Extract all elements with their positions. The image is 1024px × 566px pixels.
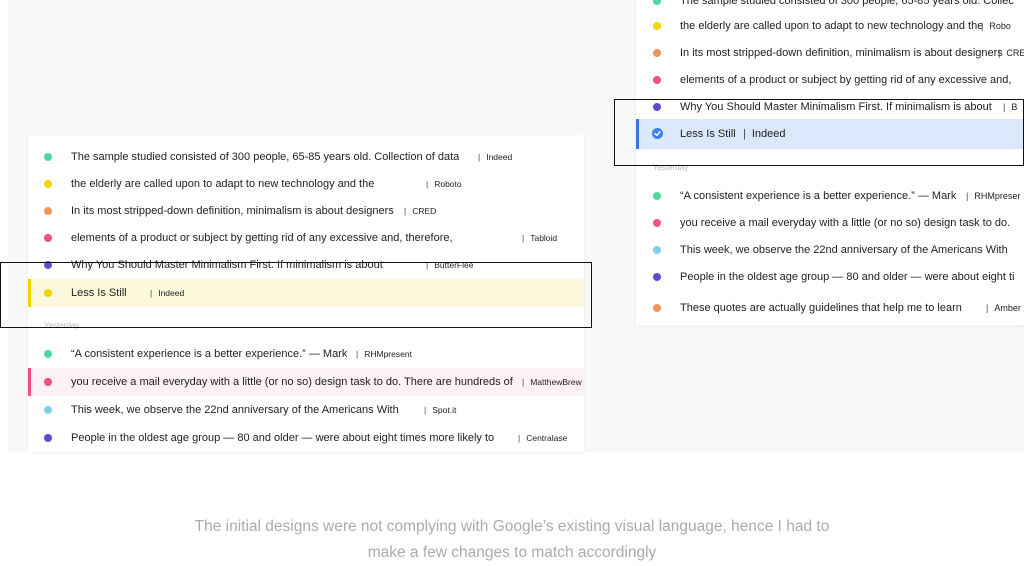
item-title: The sample studied consisted of 300 peop…	[71, 151, 460, 163]
list-item[interactable]: People in the oldest age group — 80 and …	[28, 425, 584, 451]
green-dot-icon	[653, 192, 661, 200]
orange-dot-icon	[653, 304, 661, 312]
item-title: elements of a product or subject by gett…	[680, 74, 1012, 86]
list-item[interactable]: The sample studied consisted of 300 peop…	[28, 144, 584, 170]
item-title: The sample studied consisted of 300 peop…	[680, 0, 1014, 7]
caption-line-2: make a few changes to match accordingly	[367, 544, 657, 561]
list-item[interactable]: elements of a product or subject by gett…	[636, 67, 1024, 93]
green-dot-icon	[44, 350, 52, 358]
item-title: In its most stripped-down definition, mi…	[71, 205, 394, 217]
list-item[interactable]: “A consistent experience is a better exp…	[636, 183, 1024, 209]
list-item[interactable]: you receive a mail everyday with a littl…	[636, 210, 1024, 236]
list-item[interactable]: People in the oldest age group — 80 and …	[636, 264, 1024, 290]
item-source: CRED	[404, 204, 436, 218]
item-source: RHMpresent	[356, 347, 412, 361]
purple-dot-icon	[44, 434, 52, 442]
list-item[interactable]: you receive a mail everyday with a littl…	[28, 368, 584, 396]
hover-indicator	[28, 368, 31, 396]
blue-dot-icon	[44, 406, 52, 414]
item-title: elements of a product or subject by gett…	[71, 232, 453, 244]
list-item[interactable]: This week, we observe the 22nd anniversa…	[636, 237, 1024, 263]
list-item[interactable]: These quotes are actually guidelines tha…	[636, 295, 1024, 321]
item-source: Robo	[981, 19, 1011, 33]
item-source: RHMpreser	[966, 189, 1020, 203]
pink-dot-icon	[44, 378, 52, 386]
purple-dot-icon	[653, 273, 661, 281]
item-title: People in the oldest age group — 80 and …	[71, 432, 495, 444]
item-source: Roboto	[426, 177, 461, 191]
item-source: Amber	[986, 301, 1021, 315]
list-item[interactable]: the elderly are called upon to adapt to …	[636, 13, 1024, 39]
item-source: Centralase	[518, 431, 567, 445]
item-source: CRE	[998, 46, 1024, 60]
yellow-dot-icon	[653, 22, 661, 30]
item-source: Indeed	[478, 150, 512, 164]
yellow-dot-icon	[44, 180, 52, 188]
item-title: you receive a mail everyday with a littl…	[71, 376, 513, 388]
caption: The initial designs were not complying w…	[0, 514, 1024, 566]
item-title: the elderly are called upon to adapt to …	[680, 20, 984, 32]
item-title: These quotes are actually guidelines tha…	[680, 302, 962, 314]
item-title: “A consistent experience is a better exp…	[680, 190, 957, 202]
pink-dot-icon	[653, 76, 661, 84]
blue-dot-icon	[653, 246, 661, 254]
list-item[interactable]: This week, we observe the 22nd anniversa…	[28, 397, 584, 423]
item-source: Tabloid	[522, 231, 557, 245]
list-item[interactable]: The sample studied consisted of 300 peop…	[636, 0, 1024, 14]
list-item[interactable]: In its most stripped-down definition, mi…	[636, 40, 1024, 66]
highlight-frame-revised	[614, 99, 1024, 166]
item-title: This week, we observe the 22nd anniversa…	[680, 244, 1008, 256]
item-source: Spot.it	[424, 403, 456, 417]
item-title: In its most stripped-down definition, mi…	[680, 47, 1003, 59]
item-title: This week, we observe the 22nd anniversa…	[71, 404, 399, 416]
item-title: the elderly are called upon to adapt to …	[71, 178, 375, 190]
highlight-frame-original	[0, 262, 592, 328]
orange-dot-icon	[653, 49, 661, 57]
orange-dot-icon	[44, 207, 52, 215]
item-title: you receive a mail everyday with a littl…	[680, 217, 1011, 229]
item-source: MatthewBrew	[522, 375, 582, 389]
list-item[interactable]: elements of a product or subject by gett…	[28, 225, 584, 251]
green-dot-icon	[44, 153, 52, 161]
caption-line-1: The initial designs were not complying w…	[194, 518, 830, 535]
pink-dot-icon	[653, 219, 661, 227]
list-item[interactable]: “A consistent experience is a better exp…	[28, 341, 584, 367]
pink-dot-icon	[44, 234, 52, 242]
item-title: “A consistent experience is a better exp…	[71, 348, 348, 360]
list-item[interactable]: the elderly are called upon to adapt to …	[28, 171, 584, 197]
item-title: People in the oldest age group — 80 and …	[680, 271, 1015, 283]
list-item[interactable]: In its most stripped-down definition, mi…	[28, 198, 584, 224]
green-dot-icon	[653, 0, 661, 5]
